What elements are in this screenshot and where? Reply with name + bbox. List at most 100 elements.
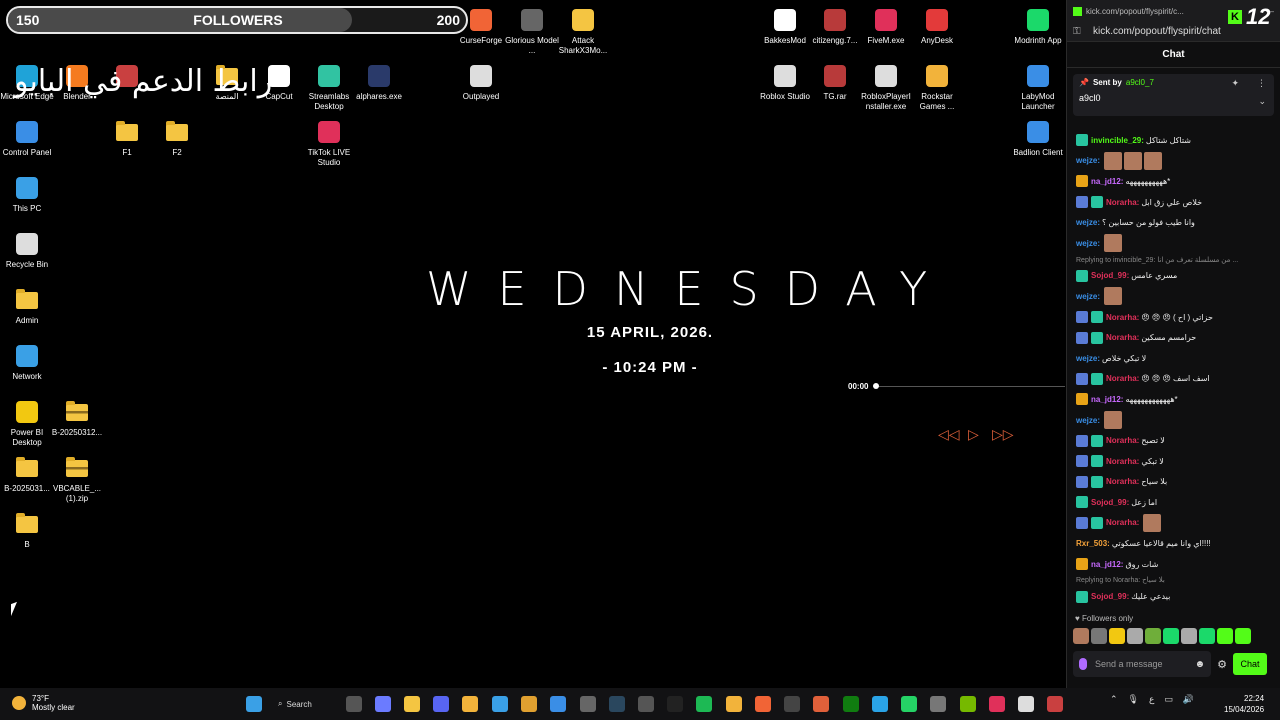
chat-username[interactable]: Norarha: bbox=[1106, 374, 1139, 383]
quick-emote-icon[interactable] bbox=[1073, 628, 1089, 644]
quick-emote-icon[interactable] bbox=[1109, 628, 1125, 644]
discord-icon[interactable] bbox=[433, 696, 449, 712]
taskbar-search[interactable]: ⌕ Search bbox=[278, 694, 330, 714]
desktop-icon[interactable]: TG.rar bbox=[808, 64, 862, 102]
obs-icon[interactable] bbox=[784, 696, 800, 712]
nvidia-icon[interactable] bbox=[960, 696, 976, 712]
chat-message[interactable]: na_jd12: شات روق bbox=[1067, 554, 1280, 575]
desktop-icon[interactable]: VBCABLE_... (1).zip bbox=[50, 456, 104, 504]
desktop-icon[interactable]: TikTok LIVE Studio bbox=[302, 120, 356, 168]
quick-emote-icon[interactable] bbox=[1145, 628, 1161, 644]
quick-emote-icon[interactable] bbox=[1127, 628, 1143, 644]
rewind-icon[interactable]: ◁◁ bbox=[938, 426, 960, 443]
desktop-icon[interactable]: B bbox=[0, 512, 54, 550]
chat-message[interactable]: wejze: bbox=[1067, 410, 1280, 431]
chat-username[interactable]: Norarha: bbox=[1106, 313, 1139, 322]
chat-username[interactable]: Norarha: bbox=[1106, 436, 1139, 445]
mail-icon[interactable] bbox=[550, 696, 566, 712]
chat-username[interactable]: Norarha: bbox=[1106, 477, 1139, 486]
chat-message[interactable]: wejze: bbox=[1067, 286, 1280, 307]
chat-message[interactable]: invincible_29: شتاكل شتاكل bbox=[1067, 130, 1280, 151]
chat-message[interactable]: Norarha: بلا سياح bbox=[1067, 472, 1280, 493]
chat-username[interactable]: Sojod_99: bbox=[1091, 271, 1129, 280]
desktop-icon[interactable]: Streamlabs Desktop bbox=[302, 64, 356, 112]
chat-message[interactable]: wejze: bbox=[1067, 233, 1280, 254]
chat-message-list[interactable]: invincible_29: شتاكل شتاكل wejze: na_jd12: *… bbox=[1067, 130, 1280, 610]
quick-emote-icon[interactable] bbox=[1091, 628, 1107, 644]
desktop-icon[interactable]: Network bbox=[0, 344, 54, 382]
fast-forward-icon[interactable]: ▷▷ bbox=[992, 426, 1014, 443]
desktop-icon[interactable]: Attack SharkX3Mo... bbox=[556, 8, 610, 56]
chrome-icon[interactable] bbox=[521, 696, 537, 712]
play-icon[interactable]: ▷ bbox=[968, 426, 979, 443]
microphone-tray-icon[interactable]: 🎙 bbox=[1128, 694, 1139, 705]
chat-username[interactable]: na_jd12: bbox=[1091, 560, 1123, 569]
chat-message-input[interactable]: Send a message ☻ bbox=[1073, 651, 1212, 677]
chat-message[interactable]: na_jd12: *ههههههههههههه bbox=[1067, 389, 1280, 410]
cube-icon[interactable] bbox=[580, 696, 596, 712]
chat-message[interactable]: wejze: وانا طيب فولو من حسابين ؟ bbox=[1067, 212, 1280, 233]
chat-message[interactable]: Norarha: حرامسم مسكين bbox=[1067, 327, 1280, 348]
chat-username[interactable]: wejze: bbox=[1076, 292, 1100, 301]
quick-emote-icon[interactable] bbox=[1181, 628, 1197, 644]
weather-widget[interactable]: 73°F Mostly clear bbox=[12, 694, 75, 712]
desktop-icon[interactable]: Badlion Client bbox=[1011, 120, 1065, 158]
unpin-icon[interactable]: ✦ bbox=[1231, 78, 1239, 89]
desktop-icon[interactable]: CurseForge bbox=[454, 8, 508, 46]
emoji-picker-icon[interactable]: ☻ bbox=[1195, 659, 1206, 670]
desktop-icon[interactable]: Roblox Studio bbox=[758, 64, 812, 102]
more-options-icon[interactable]: ⋮ bbox=[1257, 78, 1266, 89]
chat-message[interactable]: na_jd12: *ههههههههههه bbox=[1067, 171, 1280, 192]
task-view-icon[interactable] bbox=[346, 696, 362, 712]
chat-username[interactable]: Norarha: bbox=[1106, 198, 1139, 207]
gear-icon[interactable] bbox=[1018, 696, 1034, 712]
capture-icon[interactable] bbox=[638, 696, 654, 712]
chat-username[interactable]: wejze: bbox=[1076, 416, 1100, 425]
app-icon[interactable] bbox=[667, 696, 683, 712]
chat-message[interactable]: Sojod_99: اما زعل bbox=[1067, 492, 1280, 513]
chat-username[interactable]: Norarha: bbox=[1106, 333, 1139, 342]
desktop-icon[interactable]: F1 bbox=[100, 120, 154, 158]
desktop-icon[interactable]: RobloxPlayerI nstaller.exe bbox=[859, 64, 913, 112]
desktop-icon[interactable]: Rockstar Games ... bbox=[910, 64, 964, 112]
curseforge-icon[interactable] bbox=[755, 696, 771, 712]
spotify-icon[interactable] bbox=[696, 696, 712, 712]
chat-username[interactable]: wejze: bbox=[1076, 218, 1100, 227]
quick-emote-icon[interactable] bbox=[1199, 628, 1215, 644]
chat-username[interactable]: Sojod_99: bbox=[1091, 498, 1129, 507]
file-explorer-icon[interactable] bbox=[404, 696, 420, 712]
app-icon[interactable] bbox=[813, 696, 829, 712]
chat-message[interactable]: Rxr_503: !!!!اي وانا ميم قالاعيا عسكوتي bbox=[1067, 533, 1280, 554]
send-chat-button[interactable]: Chat bbox=[1233, 653, 1267, 675]
whatsapp-icon[interactable] bbox=[901, 696, 917, 712]
quick-emote-icon[interactable] bbox=[1217, 628, 1233, 644]
chat-message[interactable]: Sojod_99: مسري عامس bbox=[1067, 266, 1280, 287]
steam-icon[interactable] bbox=[609, 696, 625, 712]
chat-message[interactable]: Sojod_99: بيدعي عليك bbox=[1067, 586, 1280, 607]
chat-message[interactable]: Norarha: لا تبكي bbox=[1067, 451, 1280, 472]
chat-message[interactable]: wejze: bbox=[1067, 151, 1280, 172]
desktop-icon[interactable]: LabyMod Launcher bbox=[1011, 64, 1065, 112]
reply-context[interactable]: Replying to invincible_29: من مسلسلة تعر… bbox=[1067, 254, 1280, 266]
desktop-icon[interactable]: Control Panel bbox=[0, 120, 54, 158]
quick-emote-icon[interactable] bbox=[1235, 628, 1251, 644]
settings-icon[interactable] bbox=[930, 696, 946, 712]
chat-username[interactable]: wejze: bbox=[1076, 239, 1100, 248]
desktop-icon[interactable]: Recycle Bin bbox=[0, 232, 54, 270]
site-info-icon[interactable]: ⚿ bbox=[1073, 26, 1083, 37]
telegram-icon[interactable] bbox=[872, 696, 888, 712]
show-hidden-icons-icon[interactable]: ⌃ bbox=[1110, 694, 1118, 705]
chrome-icon[interactable] bbox=[492, 696, 508, 712]
copilot-icon[interactable] bbox=[375, 696, 391, 712]
chat-username[interactable]: invincible_29: bbox=[1091, 136, 1144, 145]
input-language[interactable]: ع bbox=[1149, 694, 1154, 705]
chat-username[interactable]: Rxr_503: bbox=[1076, 539, 1110, 548]
chat-username[interactable]: wejze: bbox=[1076, 156, 1100, 165]
desktop-icon[interactable]: alphares.exe bbox=[352, 64, 406, 102]
chat-username[interactable]: wejze: bbox=[1076, 354, 1100, 363]
reply-context[interactable]: Replying to Norarha: بلا سياح bbox=[1067, 574, 1280, 586]
chat-message[interactable]: wejze: لا تبكي خلاص bbox=[1067, 348, 1280, 369]
network-tray-icon[interactable]: ▭ bbox=[1164, 694, 1173, 705]
volume-icon[interactable]: 🔊 bbox=[1183, 694, 1194, 705]
desktop-icon[interactable]: citizengg.7... bbox=[808, 8, 862, 46]
